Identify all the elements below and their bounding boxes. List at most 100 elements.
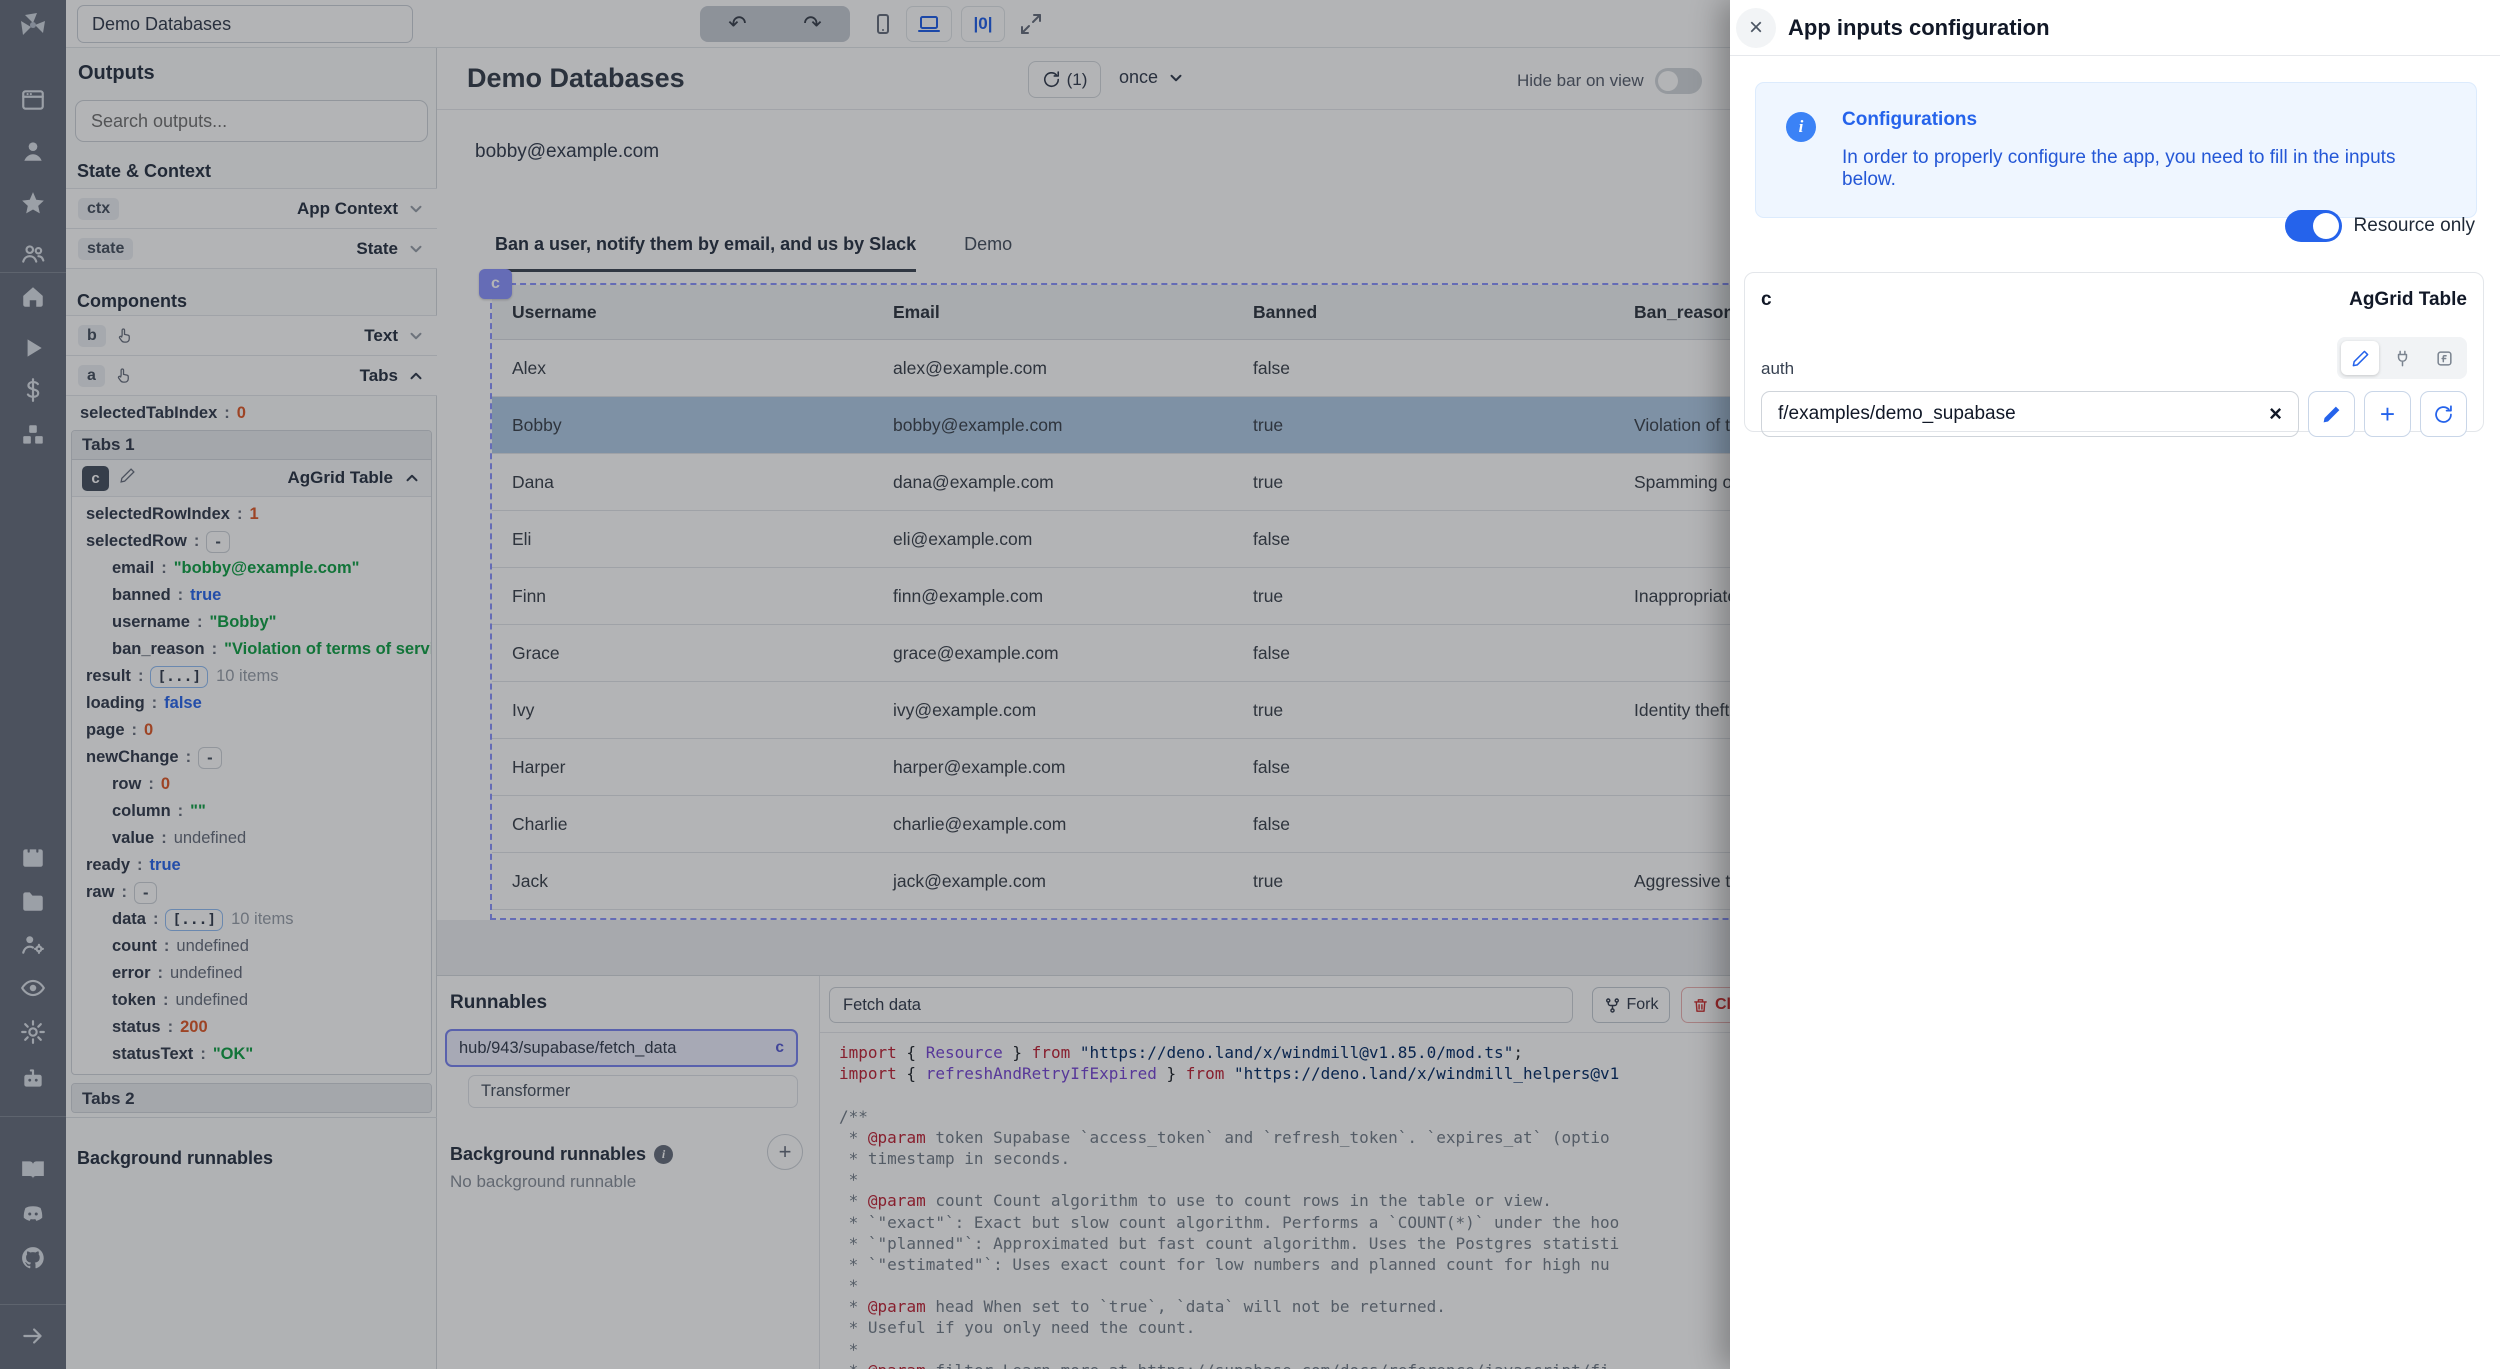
runnable-item-selected[interactable]: hub/943/supabase/fetch_data c [445,1029,798,1067]
add-resource-button[interactable]: + [2364,391,2411,437]
output-prop-status[interactable]: status:200 [72,1014,431,1041]
users-icon[interactable] [20,241,46,267]
chevron-up-icon[interactable] [407,367,425,385]
table-row[interactable]: Jackjack@example.comtrueAggressive towar… [492,853,1730,910]
boxes-icon[interactable] [20,422,46,448]
connect-mode-button[interactable] [2383,341,2421,375]
column-header[interactable]: Ban_reason [1634,302,1730,323]
tab-ban-user[interactable]: Ban a user, notify them by email, and us… [495,234,916,272]
tab-demo[interactable]: Demo [964,234,1012,272]
output-prop-row[interactable]: row:0 [72,771,431,798]
code-area[interactable]: import { Resource } from "https://deno.l… [820,1032,1730,1369]
runnable-name-input[interactable] [829,987,1573,1023]
output-row-component-a[interactable]: a Tabs [66,356,437,396]
table-row[interactable]: Finnfinn@example.comtrueInappropriate be… [492,568,1730,625]
chevron-down-icon[interactable] [407,240,425,258]
search-outputs-input[interactable] [75,100,428,142]
bot-icon[interactable] [20,1065,46,1091]
tabs2-section[interactable]: Tabs 2 [71,1083,432,1113]
output-prop-statusText[interactable]: statusText:"OK" [72,1041,431,1068]
resource-value-input[interactable]: f/examples/demo_supabase × [1761,391,2299,437]
table-row[interactable]: Bobbybobby@example.comtrueViolation of t… [492,397,1730,454]
collapse-button[interactable]: - [206,531,230,553]
output-prop-ready[interactable]: ready:true [72,852,431,879]
column-header[interactable]: Email [893,302,1253,323]
chevron-down-icon[interactable] [407,327,425,345]
user-cog-icon[interactable] [20,931,46,957]
mobile-view-button[interactable] [863,6,903,42]
edit-resource-button[interactable] [2308,391,2355,437]
expand-array-button[interactable]: [...] [150,666,208,688]
desktop-view-button[interactable] [906,6,952,42]
output-prop-newChange[interactable]: newChange:- [72,744,431,771]
table-row[interactable]: Gracegrace@example.comfalse [492,625,1730,682]
output-prop-loading[interactable]: loading:false [72,690,431,717]
text-component-b[interactable]: bobby@example.com [475,141,659,163]
output-prop-error[interactable]: error:undefined [72,960,431,987]
table-row[interactable]: Charliecharlie@example.comfalse [492,796,1730,853]
chevron-up-icon[interactable] [403,469,421,487]
output-prop-page[interactable]: page:0 [72,717,431,744]
aggrid-component[interactable]: c UsernameEmailBannedBan_reason Alexalex… [490,283,1730,920]
output-row-ctx[interactable]: ctx App Context [66,189,437,229]
schedule-select[interactable]: once [1119,67,1185,88]
refresh-button[interactable]: (1) [1028,61,1101,98]
output-prop-selectedRowIndex[interactable]: selectedRowIndex:1 [72,501,431,528]
runnable-item-transformer[interactable]: Transformer [468,1075,798,1108]
add-background-runnable-button[interactable]: + [767,1134,803,1170]
static-edit-mode-button[interactable] [2341,341,2379,375]
refresh-resource-button[interactable] [2420,391,2467,437]
output-prop-raw[interactable]: raw:- [72,879,431,906]
app-window-icon[interactable] [20,87,46,113]
eval-mode-button[interactable] [2425,341,2463,375]
output-prop-column[interactable]: column:"" [72,798,431,825]
column-header[interactable]: Username [512,302,893,323]
redo-button[interactable]: ↷ [775,6,850,42]
eye-icon[interactable] [20,975,46,1001]
column-header[interactable]: Banned [1253,302,1634,323]
home-icon[interactable] [20,284,46,310]
component-c-row[interactable]: c AgGrid Table [72,460,431,497]
table-row[interactable]: Danadana@example.comtrueSpamming other u [492,454,1730,511]
table-row[interactable]: Harperharper@example.comfalse [492,739,1730,796]
undo-button[interactable]: ↶ [700,6,775,42]
chevron-down-icon[interactable] [407,200,425,218]
resource-only-toggle[interactable] [2285,210,2342,242]
collapse-button[interactable]: - [134,882,158,904]
windmill-logo-icon[interactable] [17,9,49,41]
output-prop-data[interactable]: data:[...]10 items [72,906,431,933]
table-row[interactable]: Ivyivy@example.comtrueIdentity theft [492,682,1730,739]
dollar-icon[interactable] [20,377,46,403]
output-prop-result[interactable]: result:[...]10 items [72,663,431,690]
edit-pencil-icon[interactable] [119,467,136,489]
collapse-button[interactable]: - [198,747,222,769]
collapse-arrow-icon[interactable] [20,1323,46,1349]
output-prop-username[interactable]: username:"Bobby" [72,609,431,636]
zero-padding-button[interactable]: |0| [961,6,1005,42]
component-tag[interactable]: c [479,269,512,299]
output-prop-email[interactable]: email:"bobby@example.com" [72,555,431,582]
github-icon[interactable] [20,1245,46,1271]
expand-button[interactable] [1011,6,1051,42]
calendar-icon[interactable] [20,844,46,870]
settings-gear-icon[interactable] [20,1019,46,1045]
fork-button[interactable]: Fork [1592,987,1670,1023]
output-row-state[interactable]: state State [66,229,437,269]
discord-icon[interactable] [20,1201,46,1227]
output-prop-count[interactable]: count:undefined [72,933,431,960]
folder-icon[interactable] [20,888,46,914]
expand-array-button[interactable]: [...] [165,909,223,931]
book-icon[interactable] [20,1157,46,1183]
output-row-component-b[interactable]: b Text [66,316,437,356]
star-icon[interactable] [20,190,46,216]
output-prop-value[interactable]: value:undefined [72,825,431,852]
table-row[interactable]: Elieli@example.comfalse [492,511,1730,568]
output-prop-banned[interactable]: banned:true [72,582,431,609]
output-prop-ban_reason[interactable]: ban_reason:"Violation of terms of servic… [72,636,431,663]
user-icon[interactable] [20,138,46,164]
output-prop-token[interactable]: token:undefined [72,987,431,1014]
close-icon[interactable]: × [1736,8,1776,48]
output-prop-selectedRow[interactable]: selectedRow:- [72,528,431,555]
play-icon[interactable] [20,335,46,361]
table-row[interactable]: Alexalex@example.comfalse [492,340,1730,397]
